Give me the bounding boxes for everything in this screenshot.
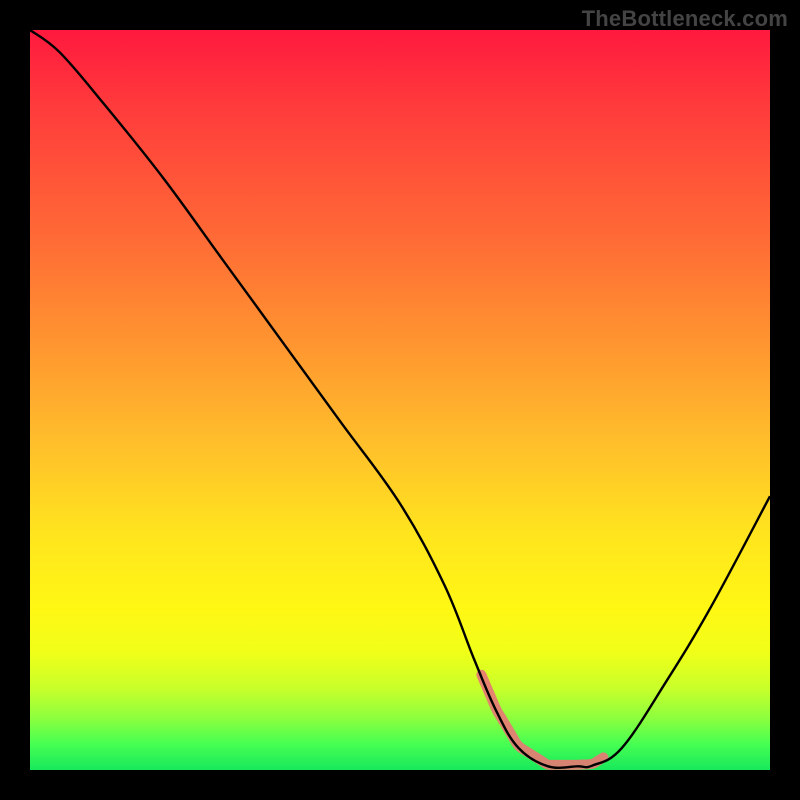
plot-area <box>30 30 770 770</box>
bottleneck-curve <box>30 30 770 770</box>
chart-frame: TheBottleneck.com <box>0 0 800 800</box>
watermark-text: TheBottleneck.com <box>582 6 788 32</box>
